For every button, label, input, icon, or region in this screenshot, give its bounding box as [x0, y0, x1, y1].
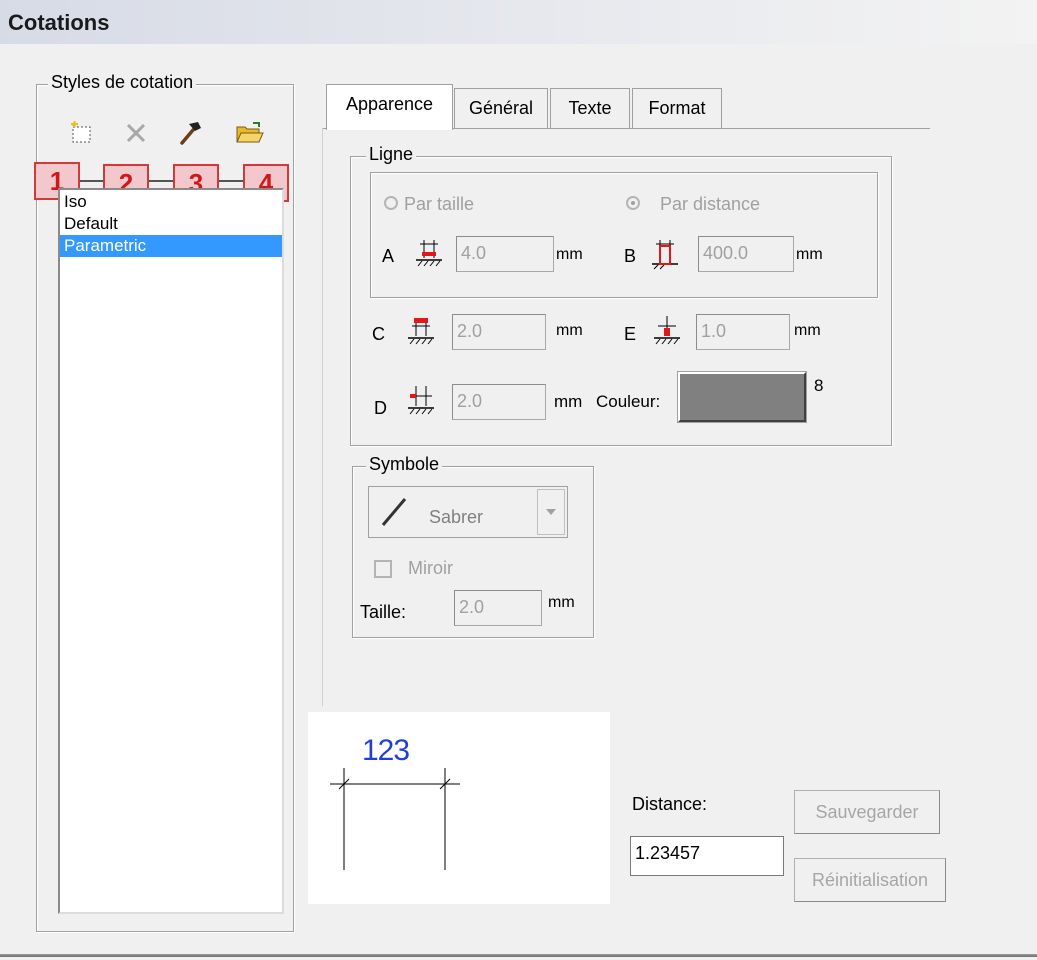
styles-listbox[interactable]: Iso Default Parametric — [58, 188, 284, 914]
dim-d-icon — [404, 384, 438, 418]
chevron-down-icon[interactable] — [537, 489, 565, 535]
a-unit: mm — [556, 246, 583, 263]
save-button[interactable]: Sauvegarder — [794, 790, 940, 834]
dimension-preview: 123 — [308, 712, 610, 904]
radio-par-distance-label: Par distance — [660, 194, 761, 214]
c-value-field[interactable]: 2.0 — [452, 314, 546, 350]
label-e: E — [624, 324, 637, 344]
tab-panel-left-edge — [322, 128, 323, 706]
symbole-select-value: Sabrer — [429, 507, 484, 527]
couleur-swatch-button[interactable] — [678, 372, 806, 422]
distance-label: Distance: — [632, 794, 708, 814]
distance-input[interactable]: 1.23457 — [630, 836, 784, 876]
dim-a-icon — [412, 236, 446, 270]
label-c: C — [372, 324, 385, 344]
preview-dimension-text: 123 — [362, 734, 410, 767]
radio-par-taille[interactable] — [384, 196, 398, 210]
radio-par-taille-label: Par taille — [404, 194, 475, 214]
styles-group-legend: Styles de cotation — [48, 72, 197, 93]
b-value-field[interactable]: 400.0 — [698, 236, 794, 272]
ligne-radio-subgroup — [370, 172, 878, 298]
b-unit: mm — [796, 246, 823, 263]
tab-format[interactable]: Format — [632, 88, 722, 128]
label-a: A — [382, 246, 395, 266]
taille-unit: mm — [548, 594, 575, 611]
ligne-group-legend: Ligne — [366, 144, 417, 165]
symbole-group-legend: Symbole — [366, 454, 443, 475]
title-bar — [0, 0, 1037, 44]
list-item-selected[interactable]: Parametric — [60, 235, 282, 257]
hammer-icon[interactable] — [175, 118, 205, 148]
tab-apparence[interactable]: Apparence — [326, 84, 453, 130]
reset-button[interactable]: Réinitialisation — [794, 858, 946, 902]
list-item[interactable]: Default — [60, 213, 282, 235]
dim-c-icon — [404, 314, 438, 348]
dim-e-icon — [650, 314, 684, 348]
miroir-label: Miroir — [408, 558, 453, 578]
slash-icon — [381, 498, 407, 526]
bottom-edge — [0, 954, 1037, 957]
label-d: D — [374, 398, 387, 418]
d-unit: mm — [554, 392, 583, 411]
tab-texte[interactable]: Texte — [550, 88, 630, 128]
couleur-value: 8 — [814, 376, 824, 395]
e-value-field[interactable]: 1.0 — [696, 314, 790, 350]
radio-par-distance[interactable] — [626, 196, 640, 210]
d-value-field[interactable]: 2.0 — [452, 384, 546, 420]
delete-icon[interactable] — [121, 118, 151, 148]
new-icon[interactable] — [67, 118, 97, 148]
symbole-select[interactable]: Sabrer — [368, 486, 568, 538]
open-folder-icon[interactable] — [235, 118, 265, 148]
taille-label: Taille: — [360, 602, 407, 622]
list-item[interactable]: Iso — [60, 191, 282, 213]
dim-b-icon — [648, 236, 682, 270]
window-title: Cotations — [8, 10, 110, 35]
e-unit: mm — [794, 322, 821, 339]
tab-general[interactable]: Général — [454, 88, 548, 128]
couleur-label: Couleur: — [596, 392, 661, 411]
taille-value-field[interactable]: 2.0 — [454, 590, 542, 626]
label-b: B — [624, 246, 637, 266]
miroir-checkbox[interactable] — [374, 560, 392, 578]
a-value-field[interactable]: 4.0 — [456, 236, 554, 272]
c-unit: mm — [556, 322, 583, 339]
